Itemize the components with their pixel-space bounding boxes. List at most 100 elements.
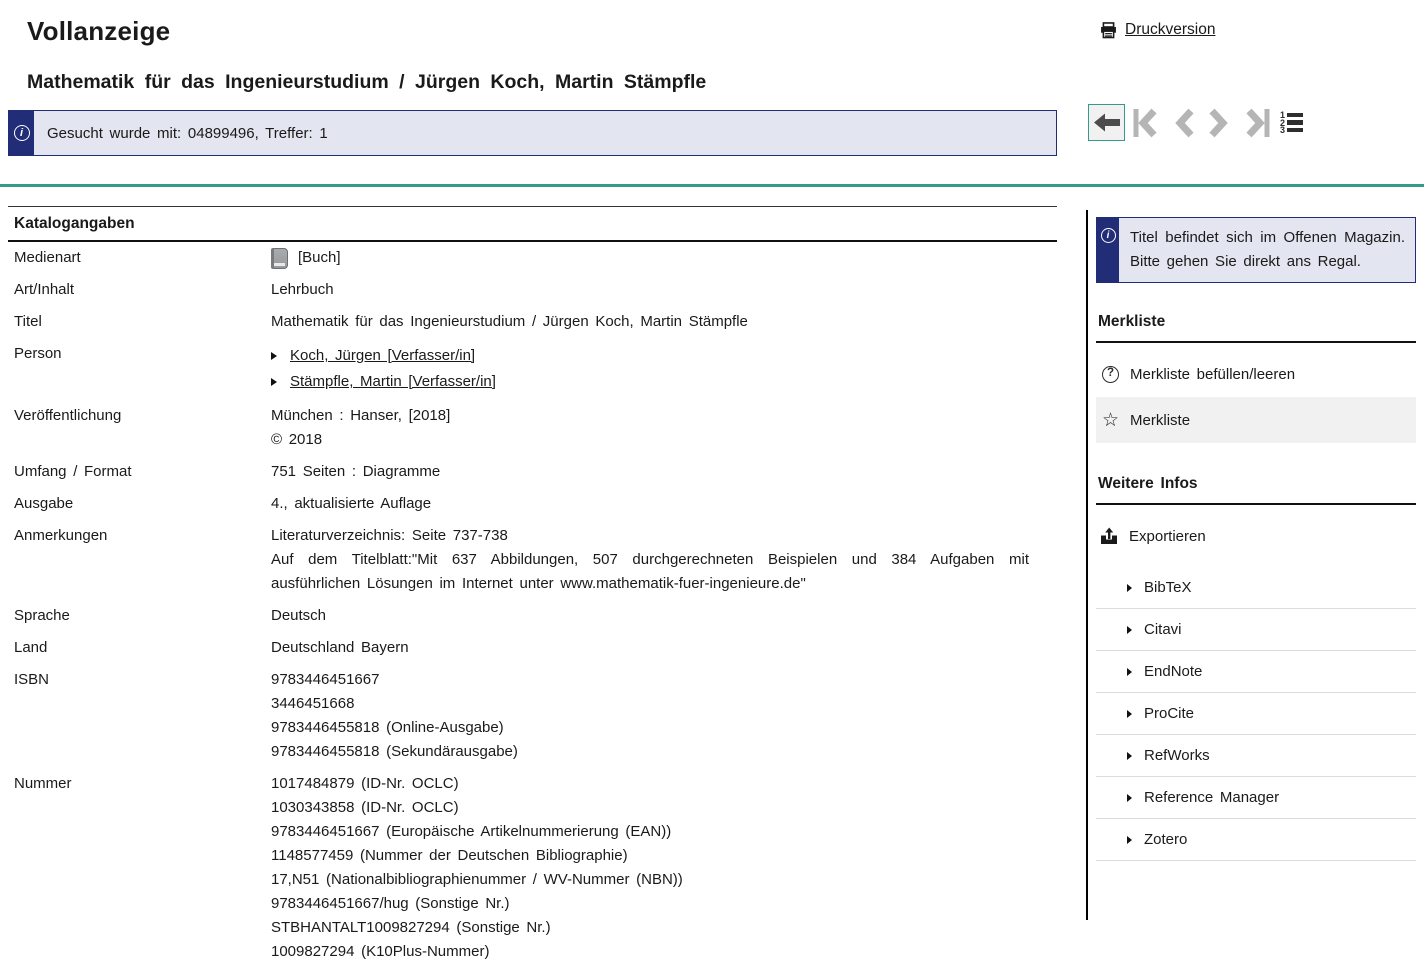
chevron-right-icon	[1207, 108, 1232, 138]
chevron-left-icon	[1171, 108, 1196, 138]
catalog-row: ISBN978344645166734464516689783446455818…	[8, 664, 1057, 768]
export-item-refworks[interactable]: RefWorks	[1096, 735, 1416, 777]
catalog-value-line: 9783446451667 (Europäische Artikelnummer…	[271, 820, 1029, 844]
catalog-value-line: 4., aktualisierte Auflage	[271, 492, 1029, 516]
triangle-right-icon	[1127, 836, 1132, 844]
notice-badge: i	[1097, 218, 1119, 282]
catalog-value-line: 751 Seiten : Diagramme	[271, 460, 1029, 484]
catalog-field-label: Land	[8, 636, 271, 660]
catalog-row: Medienart[Buch]	[8, 242, 1057, 274]
triangle-right-icon	[1127, 626, 1132, 634]
star-icon: ☆	[1102, 411, 1119, 430]
catalog-value-line: Auf dem Titelblatt:"Mit 637 Abbildungen,…	[271, 548, 1029, 596]
catalog-row: VeröffentlichungMünchen : Hanser, [2018]…	[8, 400, 1057, 456]
catalog-value-line: 3446451668	[271, 692, 1029, 716]
first-result-button[interactable]	[1125, 104, 1165, 141]
catalog-row: Nummer1017484879 (ID-Nr. OCLC)1030343858…	[8, 768, 1057, 968]
export-toggle[interactable]: Exportieren	[1096, 527, 1416, 545]
export-item-label: Zotero	[1144, 831, 1187, 848]
export-item-label: Reference Manager	[1144, 789, 1279, 806]
catalog-field-value: [Buch]	[271, 246, 1057, 270]
book-icon	[271, 248, 288, 269]
catalog-field-label: Art/Inhalt	[8, 278, 271, 302]
merkliste-fill-empty-label: Merkliste befüllen/leeren	[1130, 366, 1295, 383]
export-label: Exportieren	[1129, 528, 1206, 545]
catalog-row: SpracheDeutsch	[8, 600, 1057, 632]
person-link-line: Koch, Jürgen [Verfasser/in]	[271, 344, 1029, 368]
catalog-value-line: Deutsch	[271, 604, 1029, 628]
triangle-right-icon	[1127, 584, 1132, 592]
catalog-value-line: 9783446451667/hug (Sonstige Nr.)	[271, 892, 1029, 916]
catalog-value-line: Lehrbuch	[271, 278, 1029, 302]
last-result-button[interactable]	[1237, 104, 1277, 141]
catalog-rows: Medienart[Buch]Art/InhaltLehrbuchTitelMa…	[8, 242, 1057, 968]
export-item-zotero[interactable]: Zotero	[1096, 819, 1416, 861]
next-result-button[interactable]	[1201, 104, 1237, 141]
print-version-link[interactable]: Druckversion	[1100, 21, 1215, 39]
export-item-reference-manager[interactable]: Reference Manager	[1096, 777, 1416, 819]
export-item-endnote[interactable]: EndNote	[1096, 651, 1416, 693]
result-list-button[interactable]: 1 2 3	[1279, 113, 1303, 133]
search-info-bar: i Gesucht wurde mit: 04899496, Treffer: …	[8, 110, 1057, 156]
divider-rule	[0, 184, 1424, 187]
printer-icon	[1100, 22, 1117, 39]
triangle-right-icon	[271, 378, 277, 386]
catalog-field-value: Deutsch	[271, 604, 1057, 628]
catalog-heading: Katalogangaben	[8, 206, 1057, 242]
weitere-infos-heading: Weitere Infos	[1096, 475, 1416, 505]
catalog-field-label: Nummer	[8, 772, 271, 964]
person-link[interactable]: Koch, Jürgen [Verfasser/in]	[290, 344, 475, 368]
sidebar: i Titel befindet sich im Offenen Magazin…	[1096, 217, 1416, 861]
export-item-label: RefWorks	[1144, 747, 1210, 764]
triangle-right-icon	[271, 352, 277, 360]
catalog-value-line: 1030343858 (ID-Nr. OCLC)	[271, 796, 1029, 820]
catalog-field-value: 4., aktualisierte Auflage	[271, 492, 1057, 516]
catalog-row: Ausgabe4., aktualisierte Auflage	[8, 488, 1057, 520]
question-circle-icon: ?	[1102, 366, 1119, 383]
catalog-field-value: 978344645166734464516689783446455818 (On…	[271, 668, 1057, 764]
catalog-field-label: Veröffentlichung	[8, 404, 271, 452]
catalog-field-label: Umfang / Format	[8, 460, 271, 484]
export-list: BibTeX Citavi EndNoteProCite RefWorks Refere…	[1096, 567, 1416, 861]
catalog-value-line: 1148577459 (Nummer der Deutschen Bibliog…	[271, 844, 1029, 868]
info-badge: i	[9, 111, 34, 155]
merkliste-item[interactable]: ☆ Merkliste	[1096, 397, 1416, 443]
catalog-row: Person Koch, Jürgen [Verfasser/in]Stämpfl…	[8, 338, 1057, 400]
catalog-field-label: Person	[8, 342, 271, 396]
person-link[interactable]: Stämpfle, Martin [Verfasser/in]	[290, 370, 496, 394]
back-button[interactable]	[1088, 104, 1125, 141]
export-item-label: Citavi	[1144, 621, 1182, 638]
triangle-right-icon	[1127, 710, 1132, 718]
catalog-field-label: Anmerkungen	[8, 524, 271, 596]
info-icon: i	[1101, 228, 1116, 243]
export-item-citavi[interactable]: Citavi	[1096, 609, 1416, 651]
catalog-value-line: 9783446455818 (Sekundärausgabe)	[271, 740, 1029, 764]
catalog-value-line: © 2018	[271, 428, 1029, 452]
catalog-row: AnmerkungenLiteraturverzeichnis: Seite 7…	[8, 520, 1057, 600]
person-link-line: Stämpfle, Martin [Verfasser/in]	[271, 370, 1029, 394]
export-item-procite[interactable]: ProCite	[1096, 693, 1416, 735]
merkliste-fill-empty-item[interactable]: ? Merkliste befüllen/leeren	[1096, 351, 1416, 397]
location-notice: i Titel befindet sich im Offenen Magazin…	[1096, 217, 1416, 283]
info-icon: i	[14, 125, 30, 141]
location-notice-text: Titel befindet sich im Offenen Magazin. …	[1119, 218, 1415, 282]
merkliste-heading: Merkliste	[1096, 313, 1416, 343]
catalog-field-value: Literaturverzeichnis: Seite 737-738Auf d…	[271, 524, 1057, 596]
export-item-bibtex[interactable]: BibTeX	[1096, 567, 1416, 609]
catalog-row: Art/InhaltLehrbuch	[8, 274, 1057, 306]
record-title: Mathematik für das Ingenieurstudium / Jü…	[27, 71, 706, 94]
arrow-left-icon	[1093, 112, 1121, 133]
sidebar-divider	[1086, 210, 1088, 920]
catalog-value-line: 9783446455818 (Online-Ausgabe)	[271, 716, 1029, 740]
catalog-row: Umfang / Format751 Seiten : Diagramme	[8, 456, 1057, 488]
catalog-row: LandDeutschland Bayern	[8, 632, 1057, 664]
catalog-field-label: Ausgabe	[8, 492, 271, 516]
print-version-label[interactable]: Druckversion	[1125, 21, 1215, 39]
catalog-field-value: Mathematik für das Ingenieurstudium / Jü…	[271, 310, 1057, 334]
catalog-field-value: Deutschland Bayern	[271, 636, 1057, 660]
catalog-value-line: Literaturverzeichnis: Seite 737-738	[271, 524, 1029, 548]
catalog-value-line: STBHANTALT1009827294 (Sonstige Nr.)	[271, 916, 1029, 940]
catalog-section: Katalogangaben Medienart[Buch]Art/Inhalt…	[8, 206, 1057, 968]
previous-result-button[interactable]	[1165, 104, 1201, 141]
export-icon	[1100, 527, 1118, 545]
